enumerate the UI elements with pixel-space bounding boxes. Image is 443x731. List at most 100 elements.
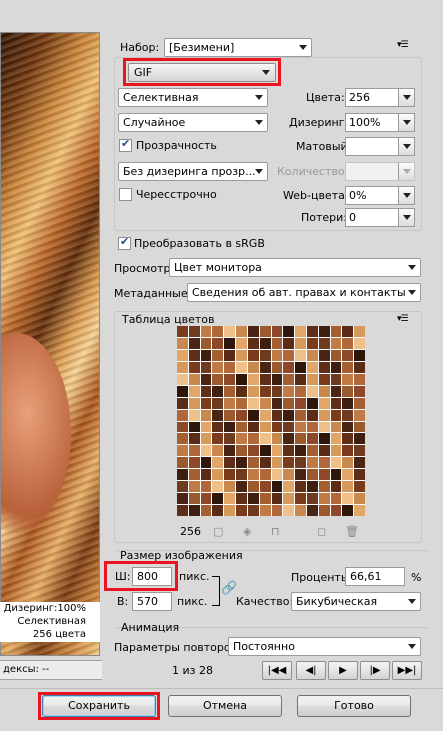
color-swatch[interactable]: [354, 469, 365, 481]
color-swatch[interactable]: [188, 421, 200, 433]
color-swatch[interactable]: [318, 409, 330, 421]
color-swatch[interactable]: [236, 337, 247, 349]
color-swatch[interactable]: [200, 445, 212, 457]
color-swatch[interactable]: [200, 385, 212, 397]
color-swatch[interactable]: [177, 457, 188, 469]
color-swatch[interactable]: [295, 397, 306, 409]
loop-dropdown[interactable]: Постоянно: [228, 637, 421, 656]
transparency-dither-dropdown[interactable]: Без дизеринга прозр...: [118, 162, 268, 181]
color-swatch[interactable]: [212, 373, 224, 385]
color-swatch[interactable]: [177, 433, 188, 445]
color-swatch[interactable]: [224, 421, 236, 433]
color-swatch[interactable]: [306, 397, 318, 409]
color-swatch[interactable]: [283, 349, 295, 361]
preset-dropdown[interactable]: [Безимени]: [164, 38, 312, 57]
color-swatch[interactable]: [342, 326, 354, 337]
color-swatch[interactable]: [271, 481, 283, 493]
reduction-dropdown[interactable]: Селективная: [118, 88, 268, 107]
color-swatch[interactable]: [342, 409, 354, 421]
color-swatch[interactable]: [354, 433, 365, 445]
color-swatch[interactable]: [354, 361, 365, 373]
color-swatch[interactable]: [212, 326, 224, 337]
color-swatch[interactable]: [306, 505, 318, 516]
play-button[interactable]: ▶: [328, 661, 358, 680]
matte-combo[interactable]: [345, 137, 415, 156]
color-swatch[interactable]: [295, 433, 306, 445]
color-swatch[interactable]: [188, 469, 200, 481]
chevron-down-icon[interactable]: [398, 209, 414, 226]
color-swatch[interactable]: [295, 469, 306, 481]
color-swatch[interactable]: [330, 397, 342, 409]
color-swatch[interactable]: [177, 469, 188, 481]
color-swatch[interactable]: [330, 385, 342, 397]
color-swatch[interactable]: [318, 469, 330, 481]
color-swatch[interactable]: [247, 457, 259, 469]
color-swatch[interactable]: [259, 457, 271, 469]
color-swatch[interactable]: [212, 337, 224, 349]
dither-combo[interactable]: 100%: [345, 113, 415, 132]
color-swatch[interactable]: [200, 349, 212, 361]
color-swatch[interactable]: [247, 445, 259, 457]
new-color-icon[interactable]: ◻: [317, 525, 326, 538]
image-preview[interactable]: [0, 32, 100, 656]
done-button[interactable]: Готово: [297, 695, 411, 717]
chevron-down-icon[interactable]: [398, 114, 414, 131]
color-swatch[interactable]: [318, 326, 330, 337]
color-swatch[interactable]: [271, 421, 283, 433]
color-swatch[interactable]: [236, 469, 247, 481]
color-swatch[interactable]: [200, 457, 212, 469]
color-swatch[interactable]: [224, 493, 236, 505]
color-swatch[interactable]: [177, 409, 188, 421]
color-swatch[interactable]: [259, 349, 271, 361]
color-swatch[interactable]: [306, 469, 318, 481]
metadata-dropdown[interactable]: Сведения об авт. правах и контакты: [187, 283, 421, 302]
color-swatch[interactable]: [330, 505, 342, 516]
color-swatch[interactable]: [330, 373, 342, 385]
color-swatch[interactable]: [271, 493, 283, 505]
color-swatch[interactable]: [212, 493, 224, 505]
color-swatch[interactable]: [200, 493, 212, 505]
color-swatch[interactable]: [188, 457, 200, 469]
color-swatch[interactable]: [306, 457, 318, 469]
color-swatch[interactable]: [200, 469, 212, 481]
websnap-combo[interactable]: 0%: [345, 186, 415, 205]
color-swatch[interactable]: [224, 397, 236, 409]
color-swatch[interactable]: [177, 373, 188, 385]
color-swatch[interactable]: [212, 361, 224, 373]
color-swatch[interactable]: [342, 349, 354, 361]
color-swatch[interactable]: [271, 505, 283, 516]
color-swatch[interactable]: [306, 481, 318, 493]
color-swatch[interactable]: [342, 493, 354, 505]
color-swatch[interactable]: [295, 421, 306, 433]
transparency-checkbox[interactable]: [119, 137, 132, 152]
color-swatch[interactable]: [342, 421, 354, 433]
height-field[interactable]: 570: [132, 592, 172, 611]
color-swatch[interactable]: [318, 505, 330, 516]
color-swatch[interactable]: [354, 445, 365, 457]
quality-dropdown[interactable]: Бикубическая: [291, 592, 421, 611]
color-swatch[interactable]: [259, 409, 271, 421]
color-swatch[interactable]: [295, 349, 306, 361]
color-swatch[interactable]: [283, 397, 295, 409]
color-swatch[interactable]: [247, 326, 259, 337]
dither-algo-dropdown[interactable]: Случайное: [118, 113, 268, 132]
color-swatch[interactable]: [236, 445, 247, 457]
color-swatch[interactable]: [306, 409, 318, 421]
color-swatch[interactable]: [271, 361, 283, 373]
color-swatch[interactable]: [200, 397, 212, 409]
color-swatch[interactable]: [212, 469, 224, 481]
color-swatch[interactable]: [295, 493, 306, 505]
color-swatch[interactable]: [200, 337, 212, 349]
color-swatch[interactable]: [247, 481, 259, 493]
color-swatch[interactable]: [247, 397, 259, 409]
color-swatch[interactable]: [271, 433, 283, 445]
color-swatch[interactable]: [236, 373, 247, 385]
colors-combo[interactable]: 256: [345, 88, 415, 107]
color-swatch[interactable]: [224, 409, 236, 421]
color-swatch[interactable]: [224, 349, 236, 361]
color-swatch[interactable]: [306, 361, 318, 373]
color-swatch[interactable]: [330, 349, 342, 361]
color-swatch[interactable]: [330, 421, 342, 433]
link-icon[interactable]: 🔗: [221, 582, 237, 596]
color-swatch[interactable]: [200, 421, 212, 433]
